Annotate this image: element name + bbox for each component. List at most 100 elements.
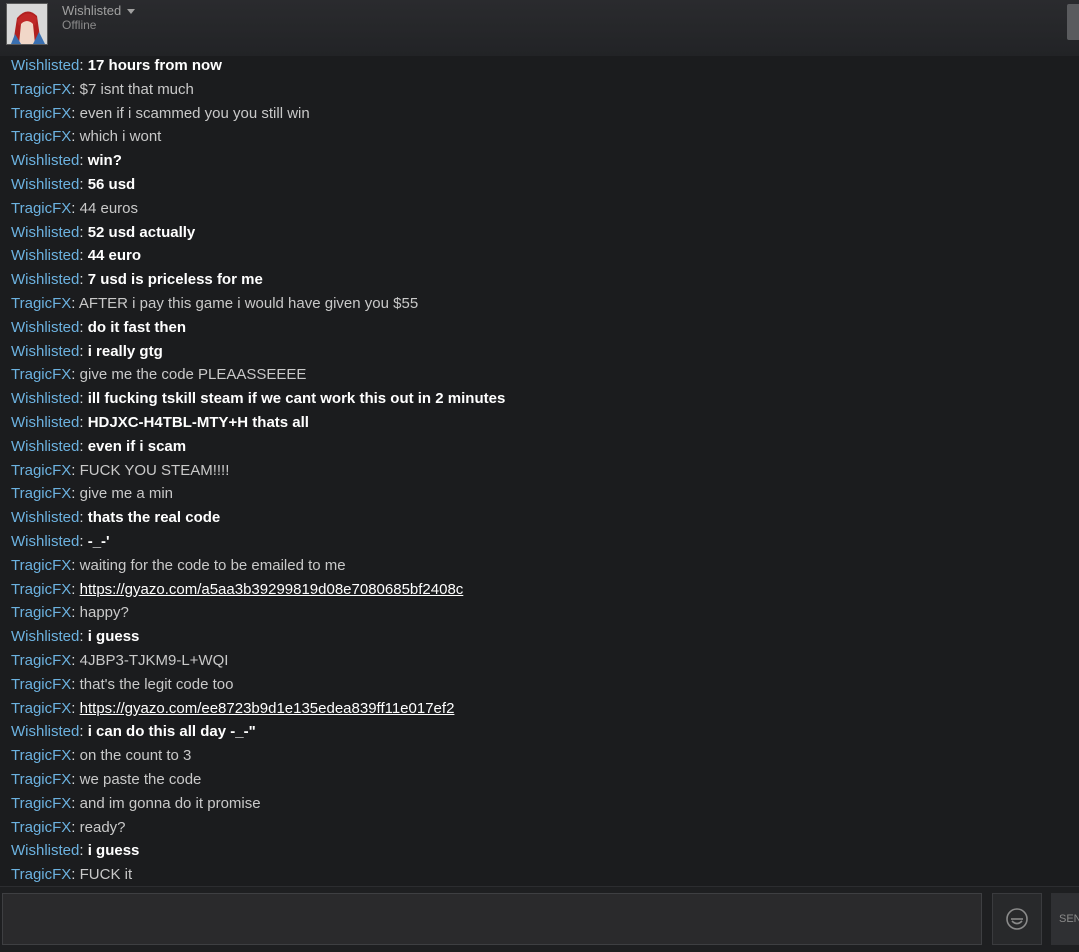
message-separator: : — [71, 675, 80, 693]
friend-name-dropdown[interactable]: Wishlisted — [62, 3, 136, 18]
chat-message: Wishlisted: HDJXC-H4TBL-MTY+H thats all — [11, 412, 309, 434]
message-sender[interactable]: TragicFX — [11, 866, 71, 883]
message-text: win? — [87, 152, 122, 170]
chat-message: Wishlisted: ill fucking tskill steam if … — [11, 388, 505, 410]
message-sender[interactable]: Wishlisted — [11, 628, 79, 645]
send-button[interactable]: SEND — [1051, 893, 1079, 945]
message-sender[interactable]: Wishlisted — [11, 723, 79, 740]
message-text: give me a min — [79, 485, 174, 503]
message-separator: : — [71, 699, 80, 717]
message-sender[interactable]: TragicFX — [11, 676, 71, 693]
chat-message: TragicFX: waiting for the code to be ema… — [11, 555, 346, 577]
message-sender[interactable]: TragicFX — [11, 462, 71, 479]
message-sender[interactable]: Wishlisted — [11, 390, 79, 407]
message-separator: : — [79, 318, 88, 336]
chat-message: TragicFX: FUCK YOU STEAM!!!! — [11, 460, 229, 482]
chat-message: TragicFX: https://gyazo.com/ee8723b9d1e1… — [11, 698, 454, 720]
message-sender[interactable]: TragicFX — [11, 295, 71, 312]
message-sender[interactable]: TragicFX — [11, 652, 71, 669]
message-sender[interactable]: TragicFX — [11, 771, 71, 788]
chat-message: TragicFX: give me the code PLEAASSEEEE — [11, 364, 306, 386]
message-sender[interactable]: Wishlisted — [11, 319, 79, 336]
message-text: 44 euros — [79, 199, 139, 217]
message-sender[interactable]: Wishlisted — [11, 247, 79, 264]
message-sender[interactable]: TragicFX — [11, 557, 71, 574]
message-link[interactable]: https://gyazo.com/a5aa3b39299819d08e7080… — [80, 581, 464, 598]
message-sender[interactable]: TragicFX — [11, 795, 71, 812]
message-sender[interactable]: Wishlisted — [11, 438, 79, 455]
chat-message: TragicFX: ready? — [11, 817, 126, 839]
message-sender[interactable]: Wishlisted — [11, 152, 79, 169]
message-sender[interactable]: TragicFX — [11, 747, 71, 764]
chat-message: Wishlisted: i guess — [11, 840, 139, 862]
message-text: i can do this all day -_-" — [87, 723, 256, 741]
message-separator: : — [71, 199, 80, 217]
chat-message: TragicFX: even if i scammed you you stil… — [11, 103, 310, 125]
chat-message: TragicFX: happy? — [11, 602, 129, 624]
message-separator: : — [79, 723, 88, 741]
message-separator: : — [79, 414, 88, 431]
message-separator: : — [79, 223, 88, 241]
chat-log[interactable]: Wishlisted: 17 hours from now TragicFX: $… — [0, 56, 1079, 886]
message-sender[interactable]: TragicFX — [11, 485, 71, 502]
chat-message: TragicFX: 4JBP3-TJKM9-L+WQI — [11, 650, 228, 672]
message-sender[interactable]: Wishlisted — [11, 414, 79, 431]
message-separator: : — [71, 771, 80, 788]
emoticon-button[interactable] — [992, 893, 1042, 945]
message-text: ready? — [79, 818, 126, 836]
message-sender[interactable]: TragicFX — [11, 604, 71, 621]
chat-message: TragicFX: which i wont — [11, 126, 161, 148]
message-sender[interactable]: Wishlisted — [11, 224, 79, 241]
chat-message: Wishlisted: do it fast then — [11, 317, 186, 339]
message-separator: : — [71, 556, 80, 574]
message-separator: : — [79, 390, 88, 408]
scrollbar-thumb[interactable] — [1067, 4, 1079, 40]
message-separator: : — [71, 104, 80, 122]
chat-message: TragicFX: FUCK it — [11, 864, 132, 886]
avatar[interactable] — [6, 3, 48, 45]
message-separator: : — [79, 509, 88, 527]
message-text: we paste the code — [79, 771, 202, 788]
message-sender[interactable]: TragicFX — [11, 200, 71, 217]
message-text: which i wont — [79, 128, 162, 146]
message-sender[interactable]: TragicFX — [11, 819, 71, 836]
message-sender[interactable]: TragicFX — [11, 700, 71, 717]
chat-message: Wishlisted: 17 hours from now — [11, 56, 222, 77]
message-text: 52 usd actually — [87, 223, 196, 241]
message-sender[interactable]: TragicFX — [11, 128, 71, 145]
message-sender[interactable]: Wishlisted — [11, 509, 79, 526]
chat-message: TragicFX: https://gyazo.com/a5aa3b392998… — [11, 579, 463, 601]
message-text: 7 usd is priceless for me — [87, 271, 263, 289]
chat-message: Wishlisted: win? — [11, 150, 122, 172]
message-text: FUCK YOU STEAM!!!! — [79, 461, 230, 479]
message-sender[interactable]: TragicFX — [11, 366, 71, 383]
message-link[interactable]: https://gyazo.com/ee8723b9d1e135edea839f… — [80, 700, 455, 717]
message-sender[interactable]: TragicFX — [11, 105, 71, 122]
message-sender[interactable]: Wishlisted — [11, 842, 79, 859]
chat-message: Wishlisted: i can do this all day -_-" — [11, 721, 256, 743]
message-sender[interactable]: Wishlisted — [11, 176, 79, 193]
message-sender[interactable]: TragicFX — [11, 581, 71, 598]
message-text: waiting for the code to be emailed to me — [79, 556, 346, 574]
message-sender[interactable]: Wishlisted — [11, 343, 79, 360]
message-text: i guess — [87, 842, 140, 860]
message-text: -_-' — [87, 533, 110, 550]
friend-name: Wishlisted — [62, 3, 122, 18]
message-sender[interactable]: Wishlisted — [11, 271, 79, 288]
message-separator: : — [71, 604, 80, 622]
chat-footer: SEND — [0, 886, 1079, 952]
message-text: FUCK it — [79, 866, 133, 884]
message-text: and im gonna do it promise — [79, 794, 261, 812]
message-separator: : — [79, 152, 88, 170]
chat-message: TragicFX: on the count to 3 — [11, 745, 191, 767]
message-sender[interactable]: Wishlisted — [11, 533, 79, 550]
message-input[interactable] — [2, 893, 982, 945]
chat-message: TragicFX: give me a min — [11, 483, 173, 505]
message-sender[interactable]: TragicFX — [11, 81, 71, 98]
message-text: even if i scam — [87, 437, 187, 455]
chat-message: Wishlisted: even if i scam — [11, 436, 186, 458]
chat-message: TragicFX: $7 isnt that much — [11, 79, 194, 101]
chat-message: TragicFX: we paste the code — [11, 769, 201, 791]
message-text: 56 usd — [87, 176, 136, 193]
message-sender[interactable]: Wishlisted — [11, 57, 79, 74]
